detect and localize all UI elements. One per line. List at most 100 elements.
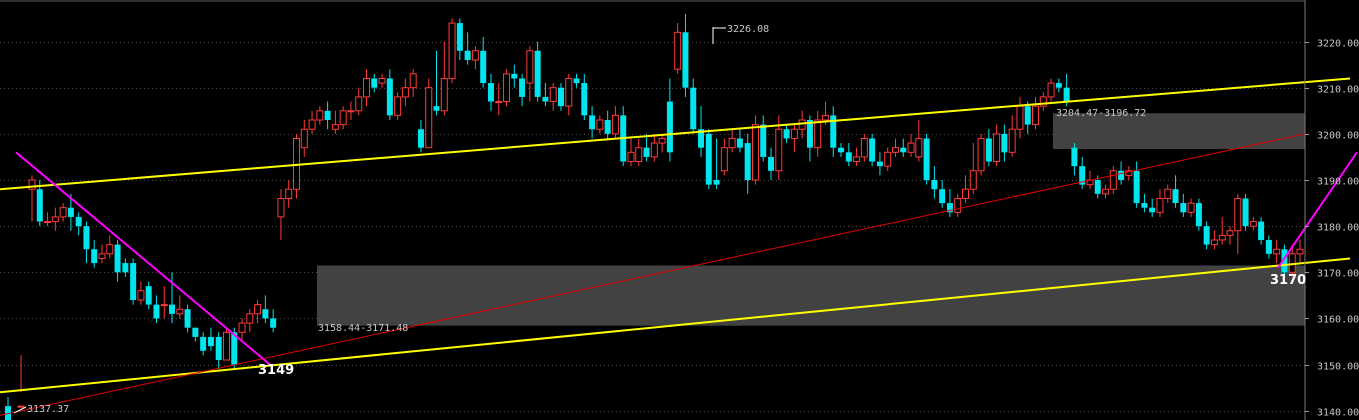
candle-body: [549, 87, 557, 103]
candle-body: [923, 138, 930, 180]
candle-body: [409, 73, 417, 89]
candle-body: [1001, 133, 1008, 153]
candle-body: [775, 128, 783, 172]
candle-body: [246, 313, 254, 324]
candle-body: [1273, 248, 1281, 255]
candle-body: [75, 216, 82, 227]
candle-body: [511, 73, 518, 79]
candle-body: [565, 77, 573, 107]
candle-body: [853, 156, 861, 163]
candle-body: [1203, 226, 1210, 245]
candle-body: [557, 87, 564, 107]
candle-body: [355, 96, 363, 112]
candle-body: [1063, 87, 1070, 102]
candle-body: [1149, 207, 1156, 213]
candle-body: [1187, 202, 1195, 213]
candle-body: [487, 83, 494, 102]
candle-body: [433, 106, 440, 111]
candle-body: [713, 180, 720, 185]
candle-body: [682, 32, 689, 88]
candle-body: [169, 304, 176, 314]
candle-body: [650, 142, 658, 158]
candle-body: [153, 304, 160, 319]
candle-body: [300, 128, 308, 149]
candle-body: [720, 147, 728, 172]
low-label: 3137.37: [27, 404, 69, 415]
candle-body: [751, 124, 759, 181]
candle-body: [417, 129, 424, 148]
y-tick-label: 3200.00: [1317, 131, 1359, 142]
candle-body: [900, 147, 907, 153]
candle-body: [176, 308, 184, 315]
downtrend-line: [15, 151, 271, 366]
candle-body: [137, 290, 145, 301]
candle-body: [736, 138, 743, 148]
candle-body: [1210, 239, 1218, 246]
candle-body: [573, 78, 580, 84]
candle-body: [262, 309, 269, 319]
candle-body: [331, 124, 339, 130]
candle-body: [596, 119, 604, 130]
candle-body: [98, 253, 106, 259]
candle-body: [254, 304, 262, 315]
candle-body: [526, 50, 534, 84]
candle-body: [604, 120, 611, 134]
candle-body: [985, 138, 992, 162]
candle-body: [28, 179, 36, 190]
candle-body: [891, 147, 899, 153]
candle-body: [1218, 234, 1226, 241]
candle-body: [308, 119, 316, 130]
candle-body: [993, 133, 1001, 163]
y-tick-label: 3160.00: [1317, 315, 1359, 326]
candle-body: [316, 110, 324, 121]
candle-body: [401, 87, 409, 98]
candle-body: [83, 226, 90, 250]
candle-body: [783, 129, 790, 139]
candle-body: [1226, 230, 1234, 236]
candle-body: [339, 110, 347, 126]
candle-body: [1265, 240, 1272, 254]
candle-body: [1172, 189, 1179, 204]
candle-body: [200, 336, 207, 351]
candle-body: [1016, 105, 1024, 130]
candle-body: [207, 336, 214, 347]
candle-body: [1102, 188, 1110, 195]
y-tick-label: 3220.00: [1317, 39, 1359, 50]
candle-body: [876, 161, 883, 167]
lower-zone-label: 3158.44-3171.48: [318, 323, 408, 334]
candle-body: [705, 133, 712, 185]
candle-body: [347, 110, 355, 113]
candle-body: [961, 188, 969, 199]
candle-body: [1296, 248, 1304, 255]
candle-body: [456, 23, 463, 51]
candle-body: [674, 31, 682, 70]
candle-body: [1258, 221, 1265, 240]
candle-body: [378, 77, 386, 84]
candle-body: [635, 147, 643, 163]
candle-body: [440, 77, 448, 112]
candle-body: [1024, 106, 1031, 125]
candle-body: [884, 151, 892, 167]
candle-body: [114, 244, 121, 273]
candle-body: [821, 114, 829, 121]
candle-body: [145, 286, 152, 305]
candle-body: [394, 96, 402, 116]
candle-body: [977, 137, 985, 172]
y-tick-label: 3140.00: [1317, 408, 1359, 419]
candle-body: [91, 249, 98, 264]
candle-body: [790, 128, 798, 139]
candle-body: [277, 197, 285, 218]
candle-body: [581, 83, 588, 116]
candle-body: [324, 110, 331, 120]
candle-body: [915, 137, 923, 158]
candle-body: [519, 78, 526, 97]
candle-body: [1133, 170, 1140, 204]
price-zone: [317, 265, 1305, 326]
candle-body: [768, 156, 775, 171]
candle-body: [1071, 147, 1078, 167]
candle-body: [503, 73, 511, 103]
candle-body: [495, 101, 503, 104]
candle-body: [285, 188, 293, 199]
candle-body: [160, 304, 168, 307]
candle-body: [760, 124, 767, 157]
